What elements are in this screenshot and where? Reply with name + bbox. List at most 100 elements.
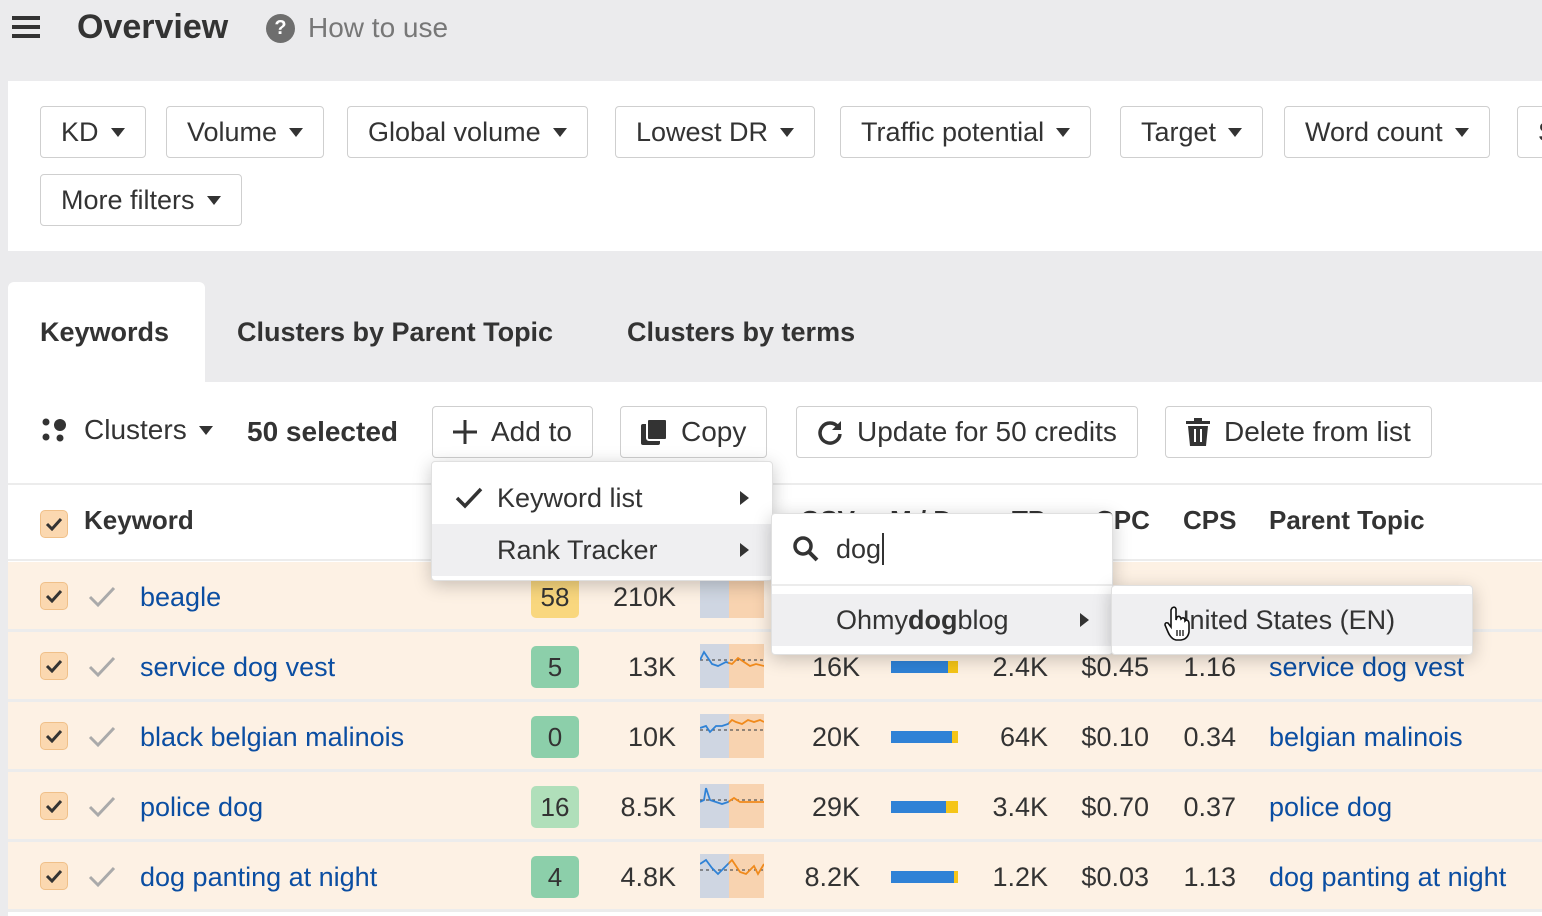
more-filters-label: More filters: [61, 184, 195, 215]
tab-clusters-by-parent-topic[interactable]: Clusters by Parent Topic: [205, 282, 585, 382]
tab-clusters-by-terms[interactable]: Clusters by terms: [595, 282, 887, 382]
trend-sparkline[interactable]: [700, 854, 764, 898]
parent-topic-link[interactable]: dog panting at night: [1269, 862, 1506, 893]
submenu-arrow-icon: [740, 491, 749, 505]
mobile-desktop-bar: [891, 661, 958, 673]
filter-label: Global volume: [368, 116, 541, 147]
in-list-check-icon: [88, 586, 116, 608]
project-search[interactable]: dog: [772, 514, 1112, 586]
menu-item-project[interactable]: Ohmydogblog: [772, 594, 1112, 646]
kd-badge: 5: [531, 646, 579, 688]
check-icon: [45, 659, 63, 673]
hamburger-menu-icon[interactable]: [12, 16, 40, 38]
desktop-share: [946, 801, 958, 813]
delete-from-list-button[interactable]: Delete from list: [1165, 406, 1432, 458]
volume-value: 8.5K: [620, 792, 676, 822]
keyword-link[interactable]: police dog: [140, 792, 263, 823]
parent-topic-link[interactable]: belgian malinois: [1269, 722, 1463, 753]
update-label: Update for 50 credits: [857, 416, 1117, 447]
row-checkbox[interactable]: [40, 722, 68, 750]
filter-global-volume[interactable]: Global volume: [347, 106, 588, 158]
how-to-use-link[interactable]: ? How to use: [266, 12, 448, 44]
tab-keywords[interactable]: Keywords: [8, 282, 205, 382]
filter-lowest-dr[interactable]: Lowest DR: [615, 106, 816, 158]
check-icon: [45, 799, 63, 813]
rank-tracker-submenu: dog Ohmydogblog: [771, 513, 1113, 655]
refresh-icon: [817, 419, 843, 445]
tp-value: 3.4K: [992, 792, 1048, 822]
trend-sparkline[interactable]: [700, 644, 764, 688]
menu-item-rank-tracker[interactable]: Rank Tracker: [432, 524, 772, 576]
keyword-link[interactable]: black belgian malinois: [140, 722, 404, 753]
more-filters-button[interactable]: More filters: [40, 174, 242, 226]
search-icon: [793, 536, 819, 562]
filter-traffic-potential[interactable]: Traffic potential: [840, 106, 1092, 158]
location-label: United States (EN): [1170, 604, 1396, 635]
plus-icon: [453, 420, 477, 444]
mobile-share: [891, 731, 952, 743]
check-icon: [45, 517, 63, 531]
project-name-match: dog: [908, 604, 958, 635]
row-checkbox[interactable]: [40, 792, 68, 820]
caret-down-icon: [289, 127, 304, 137]
clusters-dropdown[interactable]: Clusters: [40, 414, 213, 446]
row-checkbox[interactable]: [40, 582, 68, 610]
gsv-value: 8.2K: [804, 862, 860, 892]
caret-down-icon: [552, 127, 567, 137]
gsv-value: 20K: [811, 722, 860, 752]
parent-topic-link[interactable]: service dog vest: [1269, 652, 1464, 683]
filter-label: KD: [61, 116, 99, 147]
in-list-check-icon: [88, 726, 116, 748]
menu-item-label: Keyword list: [497, 482, 643, 513]
parent-topic-link[interactable]: police dog: [1269, 792, 1392, 823]
row-checkbox[interactable]: [40, 652, 68, 680]
filter-label: Word count: [1305, 116, 1443, 147]
cpc-value: $0.03: [1081, 862, 1149, 892]
filter-volume[interactable]: Volume: [166, 106, 325, 158]
cps-value: 1.13: [1183, 862, 1236, 892]
copy-button[interactable]: Copy: [620, 406, 768, 458]
kd-badge: 16: [531, 786, 579, 828]
keyword-link[interactable]: beagle: [140, 582, 221, 613]
check-icon: [45, 729, 63, 743]
check-icon: [455, 487, 483, 509]
filter-word-count[interactable]: Word count: [1284, 106, 1490, 158]
copy-icon: [641, 419, 667, 445]
table-row: police dog 16 8.5K 29K 3.4K $0.70 0.37 police d…: [8, 772, 1542, 842]
column-header-parent-topic[interactable]: Parent Topic: [1269, 505, 1425, 536]
select-all-checkbox[interactable]: [40, 510, 68, 538]
trend-sparkline[interactable]: [700, 784, 764, 828]
cps-value: 1.16: [1183, 652, 1236, 682]
update-button[interactable]: Update for 50 credits: [796, 406, 1138, 458]
clusters-label: Clusters: [84, 414, 187, 445]
kd-badge: 4: [531, 856, 579, 898]
column-header-keyword[interactable]: Keyword: [84, 505, 194, 536]
filter-label: S: [1538, 117, 1542, 148]
add-to-menu: Keyword list Rank Tracker: [431, 461, 773, 581]
volume-value: 10K: [627, 722, 676, 752]
keyword-link[interactable]: dog panting at night: [140, 862, 377, 893]
trend-sparkline[interactable]: [700, 714, 764, 758]
mobile-share: [891, 801, 946, 813]
mobile-desktop-bar: [891, 801, 958, 813]
column-header-cps[interactable]: CPS: [1183, 505, 1236, 536]
row-checkbox[interactable]: [40, 862, 68, 890]
filter-kd[interactable]: KD: [40, 106, 146, 158]
tp-value: 64K: [999, 722, 1048, 752]
tp-value: 2.4K: [992, 652, 1048, 682]
filter-label: Lowest DR: [636, 116, 769, 147]
check-icon: [45, 589, 63, 603]
desktop-share: [954, 871, 958, 883]
gsv-value: 16K: [811, 652, 860, 682]
keyword-link[interactable]: service dog vest: [140, 652, 335, 683]
caret-down-icon: [198, 425, 213, 435]
kd-badge: 0: [531, 716, 579, 758]
menu-item-keyword-list[interactable]: Keyword list: [432, 472, 772, 524]
project-search-input[interactable]: dog: [836, 533, 885, 565]
delete-label: Delete from list: [1224, 416, 1411, 447]
filter-truncated[interactable]: S: [1517, 106, 1542, 158]
add-to-label: Add to: [491, 416, 572, 447]
trash-icon: [1186, 418, 1210, 446]
filter-target[interactable]: Target: [1120, 106, 1264, 158]
add-to-button[interactable]: Add to: [432, 406, 593, 458]
